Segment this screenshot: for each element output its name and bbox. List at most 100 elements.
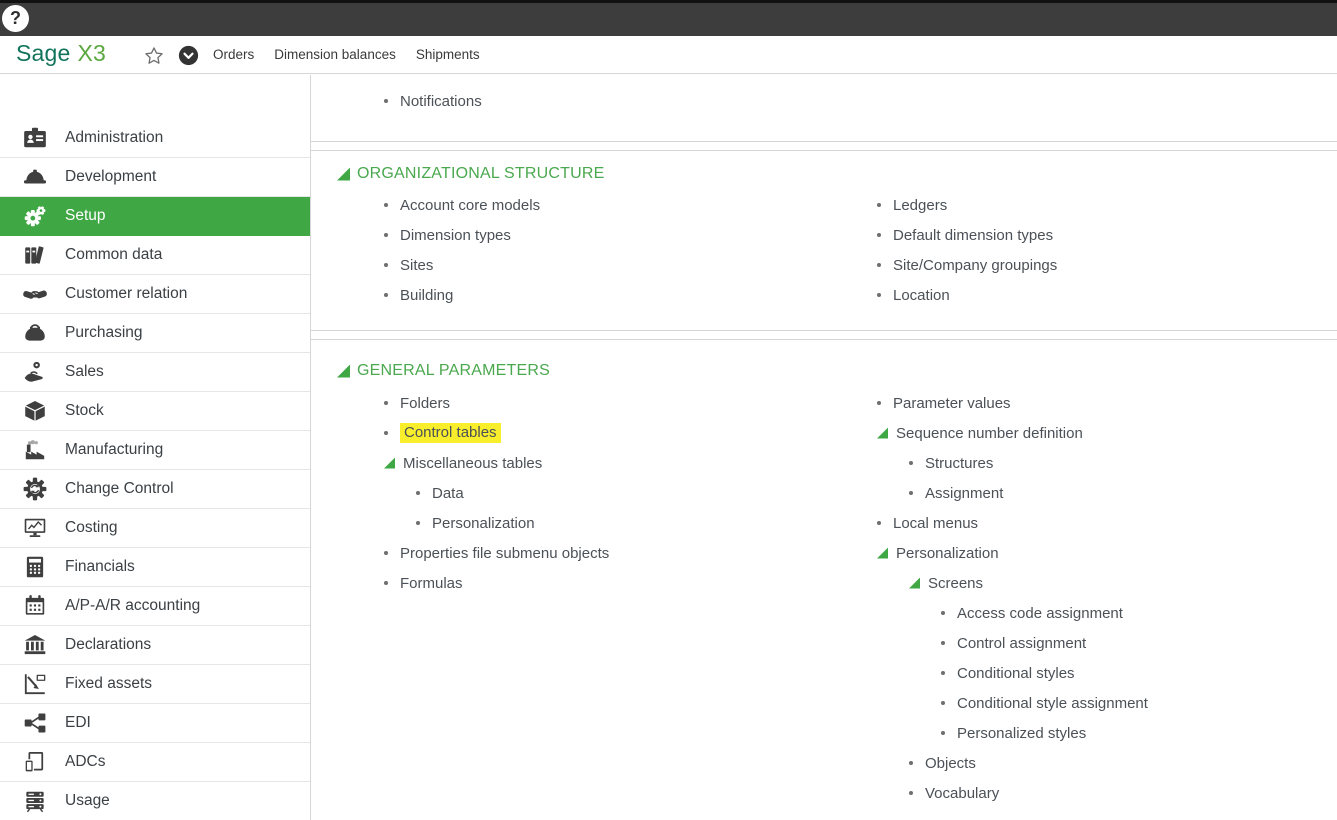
- sidebar-item-adcs[interactable]: ADCs: [0, 743, 310, 782]
- menu-item-parameter-values[interactable]: Parameter values: [877, 388, 1337, 418]
- sidebar: Administration DevelopmentSetupCommon dat…: [0, 75, 311, 820]
- menu-item-notifications[interactable]: Notifications: [384, 86, 864, 116]
- menu-item-data[interactable]: Data: [384, 478, 864, 508]
- bullet-icon: [909, 791, 913, 795]
- menu-item-dimension-types[interactable]: Dimension types: [384, 220, 864, 250]
- menu-item-location[interactable]: Location: [877, 280, 1337, 310]
- sidebar-item-edi[interactable]: EDI: [0, 704, 310, 743]
- sidebar-item-development[interactable]: Development: [0, 158, 310, 197]
- bullet-icon: [877, 263, 881, 267]
- sidebar-item-label: Sales: [65, 363, 104, 381]
- sidebar-item-sales[interactable]: Sales: [0, 353, 310, 392]
- menu-item-label: Sites: [400, 257, 433, 274]
- menu-item-screens[interactable]: Screens: [877, 568, 1337, 598]
- menu-item-personalization[interactable]: Personalization: [384, 508, 864, 538]
- menu-item-label: Conditional style assignment: [957, 695, 1148, 712]
- menu-item-formulas[interactable]: Formulas: [384, 568, 864, 598]
- expanded-triangle-icon[interactable]: [337, 168, 350, 181]
- sidebar-item-costing[interactable]: Costing: [0, 509, 310, 548]
- chevron-down-circle-icon[interactable]: [178, 45, 199, 66]
- sidebar-item-a-p-a-r-accounting[interactable]: A/P-A/R accounting: [0, 587, 310, 626]
- sidebar-item-purchasing[interactable]: Purchasing: [0, 314, 310, 353]
- menu-item-properties-file-submenu-objects[interactable]: Properties file submenu objects: [384, 538, 864, 568]
- menu-item-folders[interactable]: Folders: [384, 388, 864, 418]
- menu-item-label: Objects: [925, 755, 976, 772]
- menu-item-label: Local menus: [893, 515, 978, 532]
- expanded-triangle-icon[interactable]: [909, 578, 920, 589]
- sidebar-item-change-control[interactable]: Change Control: [0, 470, 310, 509]
- sidebar-item-administration[interactable]: Administration: [0, 119, 310, 158]
- section-header-general-parameters[interactable]: GENERAL PARAMETERS: [311, 360, 1337, 382]
- menu-item-site-company-groupings[interactable]: Site/Company groupings: [877, 250, 1337, 280]
- menu-item-conditional-style-assignment[interactable]: Conditional style assignment: [877, 688, 1337, 718]
- menu-item-label: Dimension types: [400, 227, 511, 244]
- nav-link-orders[interactable]: Orders: [213, 47, 254, 62]
- share-network-icon: [20, 709, 50, 737]
- bullet-icon: [877, 401, 881, 405]
- sidebar-item-usage[interactable]: Usage: [0, 782, 310, 820]
- bullet-icon: [384, 431, 388, 435]
- sidebar-item-declarations[interactable]: Declarations: [0, 626, 310, 665]
- expanded-triangle-icon[interactable]: [877, 428, 888, 439]
- sidebar-item-stock[interactable]: Stock: [0, 392, 310, 431]
- bullet-icon: [909, 761, 913, 765]
- menu-item-access-code-assignment[interactable]: Access code assignment: [877, 598, 1337, 628]
- sidebar-item-setup[interactable]: Setup: [0, 197, 310, 236]
- section-title: GENERAL PARAMETERS: [357, 362, 550, 380]
- sidebar-item-financials[interactable]: Financials: [0, 548, 310, 587]
- section-column-left: Account core models Dimension types Sites B…: [384, 190, 864, 310]
- expanded-triangle-icon[interactable]: [877, 548, 888, 559]
- section-column-right: LedgersDefault dimension typesSite/Compa…: [877, 190, 1337, 310]
- menu-item-sites[interactable]: Sites: [384, 250, 864, 280]
- app-logo[interactable]: SageX3: [16, 40, 106, 67]
- sidebar-item-fixed-assets[interactable]: Fixed assets: [0, 665, 310, 704]
- bullet-icon: [384, 233, 388, 237]
- menu-item-account-core-models[interactable]: Account core models: [384, 190, 864, 220]
- help-button[interactable]: ?: [2, 5, 29, 32]
- section-title: ORGANIZATIONAL STRUCTURE: [357, 165, 604, 183]
- sidebar-item-common-data[interactable]: Common data: [0, 236, 310, 275]
- menu-item-control-assignment[interactable]: Control assignment: [877, 628, 1337, 658]
- section-organizational-structure: ORGANIZATIONAL STRUCTURE Account core mod…: [311, 150, 1337, 331]
- menu-item-objects[interactable]: Objects: [877, 748, 1337, 778]
- menu-item-miscellaneous-tables[interactable]: Miscellaneous tables: [384, 448, 864, 478]
- menu-item-assignment[interactable]: Assignment: [877, 478, 1337, 508]
- menu-item-default-dimension-types[interactable]: Default dimension types: [877, 220, 1337, 250]
- section-header-organizational-structure[interactable]: ORGANIZATIONAL STRUCTURE: [311, 163, 1337, 185]
- expanded-triangle-icon[interactable]: [337, 365, 350, 378]
- menu-item-label: Personalization: [896, 545, 999, 562]
- menu-item-label: Personalization: [432, 515, 535, 532]
- menu-item-local-menus[interactable]: Local menus: [877, 508, 1337, 538]
- help-icon: ?: [10, 8, 21, 29]
- menu-item-personalization[interactable]: Personalization: [877, 538, 1337, 568]
- nav-link-dimension-balances[interactable]: Dimension balances: [274, 47, 396, 62]
- menu-item-sequence-number-definition[interactable]: Sequence number definition: [877, 418, 1337, 448]
- sidebar-item-label: Administration: [65, 129, 163, 147]
- menu-item-label: Vocabulary: [925, 785, 999, 802]
- sidebar-item-customer-relation[interactable]: Customer relation: [0, 275, 310, 314]
- section-general-parameters: GENERAL PARAMETERS FoldersControl tables M…: [311, 339, 1337, 818]
- menu-item-label: Building: [400, 287, 453, 304]
- bullet-icon: [941, 701, 945, 705]
- sidebar-item-label: A/P-A/R accounting: [65, 597, 200, 615]
- favorites-star-icon[interactable]: [143, 45, 165, 67]
- nav-link-shipments[interactable]: Shipments: [416, 47, 480, 62]
- sidebar-item-label: Stock: [65, 402, 104, 420]
- menu-item-vocabulary[interactable]: Vocabulary: [877, 778, 1337, 808]
- sidebar-item-manufacturing[interactable]: Manufacturing: [0, 431, 310, 470]
- menu-item-personalized-styles[interactable]: Personalized styles: [877, 718, 1337, 748]
- menu-item-structures[interactable]: Structures: [877, 448, 1337, 478]
- expanded-triangle-icon[interactable]: [384, 458, 395, 469]
- bullet-icon: [909, 461, 913, 465]
- bullet-icon: [877, 203, 881, 207]
- menu-item-building[interactable]: Building: [384, 280, 864, 310]
- menu-item-ledgers[interactable]: Ledgers: [877, 190, 1337, 220]
- menu-item-control-tables[interactable]: Control tables: [384, 418, 864, 448]
- menu-item-label: Miscellaneous tables: [403, 455, 542, 472]
- sidebar-item-label: Usage: [65, 792, 110, 810]
- bullet-icon: [941, 671, 945, 675]
- sidebar-item-label: EDI: [65, 714, 91, 732]
- bullet-icon: [416, 491, 420, 495]
- menu-item-conditional-styles[interactable]: Conditional styles: [877, 658, 1337, 688]
- logo-text-primary: Sage: [16, 40, 71, 66]
